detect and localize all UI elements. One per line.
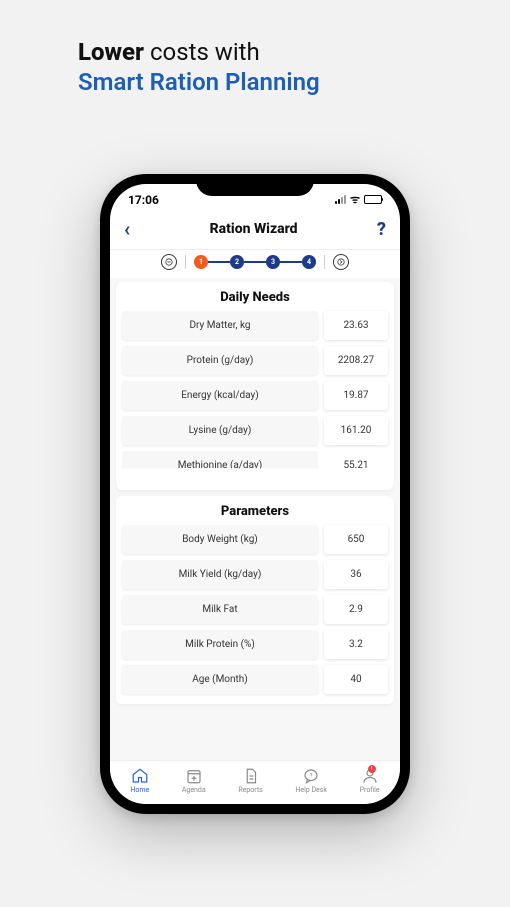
row-label: Energy (kcal/day) [122,381,318,410]
daily-needs-card: Daily Needs Dry Matter, kg23.63 Protein … [116,282,394,490]
table-row: Methionine (a/dav)55.21 [122,451,388,480]
nav-label: Agenda [182,786,206,794]
table-row: Milk Yield (kg/day) [122,560,388,589]
row-label: Age (Month) [122,665,318,694]
svg-text:?: ? [310,773,313,780]
content-area[interactable]: Daily Needs Dry Matter, kg23.63 Protein … [110,278,400,760]
step-2[interactable]: 2 [230,255,244,269]
wifi-icon: ᯤ [350,192,360,207]
body-weight-input[interactable] [324,525,388,554]
nav-agenda[interactable]: Agenda [182,767,206,794]
table-row: Lysine (g/day)161.20 [122,416,388,445]
row-label: Milk Protein (%) [122,630,318,659]
table-row: Milk Fat [122,595,388,624]
nav-home[interactable]: Home [130,767,149,794]
row-value: 2208.27 [324,346,388,375]
row-label: Lysine (g/day) [122,416,318,445]
back-button[interactable]: ‹ [124,217,130,241]
row-label: Dry Matter, kg [122,311,318,340]
document-icon [242,767,260,785]
home-icon [131,767,149,785]
parameters-title: Parameters [122,504,388,519]
parameters-card: Parameters Body Weight (kg) Milk Yield (… [116,496,394,704]
phone-mockup: 17:06 ᯤ ‹ Ration Wizard ? 1 [100,174,410,814]
table-row: Energy (kcal/day)19.87 [122,381,388,410]
notification-badge: ! [368,765,376,773]
table-row: Protein (g/day)2208.27 [122,346,388,375]
row-value: 19.87 [324,381,388,410]
nav-label: Help Desk [295,786,327,794]
step-prev-button[interactable] [161,254,177,270]
table-row: Dry Matter, kg23.63 [122,311,388,340]
chat-question-icon: ? [302,767,320,785]
nav-label: Profile [360,786,380,794]
milk-yield-input[interactable] [324,560,388,589]
bottom-nav: Home Agenda Reports ? Help Desk ! P [110,760,400,804]
phone-notch [196,174,314,196]
step-3[interactable]: 3 [266,255,280,269]
milk-protein-input[interactable] [324,630,388,659]
help-button[interactable]: ? [377,219,386,240]
table-row: Age (Month) [122,665,388,694]
headline-line-1: Lower costs with [78,38,510,66]
age-input[interactable] [324,665,388,694]
step-4[interactable]: 4 [302,255,316,269]
table-row: Milk Protein (%) [122,630,388,659]
step-next-button[interactable] [333,254,349,270]
wizard-stepper: 1 2 3 4 [110,249,400,278]
calendar-plus-icon [185,767,203,785]
status-time: 17:06 [128,193,159,207]
app-header: ‹ Ration Wizard ? [110,211,400,249]
table-row: Body Weight (kg) [122,525,388,554]
nav-label: Reports [238,786,262,794]
row-label: Methionine (a/dav) [122,451,318,480]
row-value: 23.63 [324,311,388,340]
page-title: Ration Wizard [210,221,298,237]
daily-needs-title: Daily Needs [122,290,388,305]
nav-profile[interactable]: ! Profile [360,767,380,794]
signal-icon [335,195,346,204]
nav-helpdesk[interactable]: ? Help Desk [295,767,327,794]
row-value: 161.20 [324,416,388,445]
step-1[interactable]: 1 [194,255,208,269]
nav-reports[interactable]: Reports [238,767,262,794]
milk-fat-input[interactable] [324,595,388,624]
row-value: 55.21 [324,451,388,480]
row-label: Milk Fat [122,595,318,624]
battery-icon [364,195,382,204]
row-label: Body Weight (kg) [122,525,318,554]
marketing-headline: Lower costs with Smart Ration Planning [0,0,510,96]
headline-line-2: Smart Ration Planning [78,68,510,96]
nav-label: Home [130,786,149,794]
row-label: Protein (g/day) [122,346,318,375]
row-label: Milk Yield (kg/day) [122,560,318,589]
